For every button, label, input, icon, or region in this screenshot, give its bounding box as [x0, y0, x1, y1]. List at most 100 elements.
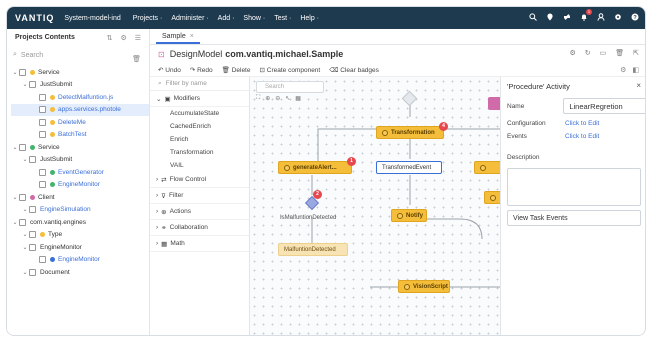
- tree-item[interactable]: ⌄ com.vantiq.engines: [11, 216, 149, 229]
- tree-item[interactable]: ⌄ Service: [11, 141, 149, 154]
- zoom-reset-icon[interactable]: ↖: [285, 95, 290, 102]
- chevron-down-icon[interactable]: ⌄: [11, 144, 19, 151]
- palette-item[interactable]: CachedEnrich: [150, 120, 249, 133]
- location-pin-icon[interactable]: [545, 12, 554, 21]
- tree-checkbox[interactable]: [39, 256, 46, 264]
- create-component-button[interactable]: ⊡ Create component: [259, 66, 320, 74]
- tab-close-icon[interactable]: ×: [190, 33, 194, 40]
- palette-item[interactable]: Enrich: [150, 133, 249, 146]
- tree-item[interactable]: EngineMonitor: [11, 179, 149, 192]
- tree-item[interactable]: ⌄ Client: [11, 191, 149, 204]
- configuration-edit-link[interactable]: Click to Edit: [565, 120, 599, 127]
- menu-test[interactable]: Test ·: [274, 15, 291, 22]
- user-icon[interactable]: [596, 12, 605, 21]
- tree-item[interactable]: ⌄ JustSubmit: [11, 79, 149, 92]
- chevron-down-icon[interactable]: ⌄: [21, 206, 29, 213]
- node-transformation[interactable]: Transformation 4: [376, 122, 448, 139]
- tree-item[interactable]: ⌄ EngineSimulation: [11, 204, 149, 217]
- zoom-fit-icon[interactable]: ⛶: [256, 95, 260, 102]
- tree-checkbox[interactable]: [29, 231, 36, 239]
- menu-help[interactable]: Help ·: [300, 15, 319, 22]
- app-name[interactable]: System-model-ind: [64, 15, 120, 22]
- gear-icon[interactable]: ⚙: [620, 66, 626, 74]
- export-icon[interactable]: ⇱: [633, 49, 639, 57]
- palette-group[interactable]: › ⇄ Flow Control: [150, 172, 249, 188]
- refresh-icon[interactable]: ↻: [585, 49, 591, 57]
- chevron-down-icon[interactable]: ⌄: [21, 156, 29, 163]
- search-icon[interactable]: [528, 12, 537, 21]
- chevron-down-icon[interactable]: ⌄: [21, 231, 29, 238]
- sort-icon[interactable]: ⇅: [107, 34, 113, 42]
- tree-checkbox[interactable]: [39, 106, 46, 114]
- tree-checkbox[interactable]: [39, 181, 46, 189]
- palette-filter[interactable]: ⌕ Filter by name: [150, 77, 249, 91]
- node-notify[interactable]: Notify: [391, 209, 427, 222]
- tree-item[interactable]: DeleteMe: [11, 116, 149, 129]
- zoom-out-icon[interactable]: ⊖: [275, 95, 280, 102]
- menu-add[interactable]: Add ·: [218, 15, 235, 22]
- notifications-icon[interactable]: 1: [579, 9, 592, 21]
- close-icon[interactable]: ×: [636, 81, 641, 90]
- tree-checkbox[interactable]: [19, 193, 26, 201]
- redo-button[interactable]: ↷ Redo: [190, 66, 213, 74]
- tree-checkbox[interactable]: [39, 168, 46, 176]
- tree-item[interactable]: ⌄ EngineMonitor: [11, 241, 149, 254]
- palette-group[interactable]: › ⊽ Filter: [150, 188, 249, 204]
- edge-partial-node[interactable]: [488, 97, 500, 110]
- tree-item[interactable]: DetectMalfuntion.js: [11, 91, 149, 104]
- tab-sample[interactable]: Sample ×: [156, 30, 200, 44]
- tree-checkbox[interactable]: [39, 118, 46, 126]
- chevron-down-icon[interactable]: ⌄: [21, 269, 29, 276]
- node-vision-script[interactable]: VisionScript: [398, 280, 450, 293]
- tree-checkbox[interactable]: [29, 206, 36, 214]
- design-canvas[interactable]: Search ⛶ ⊕ ⊖ ↖ ▦ Transformation 4 genera…: [250, 77, 500, 335]
- palette-item[interactable]: Transformation: [150, 146, 249, 159]
- menu-administer[interactable]: Administer ·: [171, 15, 208, 22]
- clear-badges-button[interactable]: ⌫ Clear badges: [329, 66, 379, 74]
- palette-group[interactable]: › ⚭ Collaboration: [150, 220, 249, 236]
- gear-icon[interactable]: ⚙: [120, 34, 126, 42]
- trash-icon[interactable]: 🗑: [132, 55, 141, 63]
- palette-item[interactable]: AccumulateState: [150, 107, 249, 120]
- node-transformed-event[interactable]: TransformedEvent: [376, 161, 442, 174]
- help-icon[interactable]: ?: [630, 12, 639, 21]
- tree-checkbox[interactable]: [19, 68, 26, 76]
- tree-item[interactable]: ⌄ Service: [11, 66, 149, 79]
- tree-item[interactable]: ⌄ JustSubmit: [11, 154, 149, 167]
- node-malfunction-detected[interactable]: MalfuntionDetected: [278, 243, 348, 256]
- chevron-down-icon[interactable]: ⌄: [11, 194, 19, 201]
- node-generate-alert[interactable]: generateAlert... 1: [278, 157, 356, 174]
- tree-checkbox[interactable]: [39, 93, 46, 101]
- chevron-down-icon[interactable]: ⌄: [11, 219, 19, 226]
- settings-icon[interactable]: ⚙: [569, 49, 575, 57]
- view-task-events-button[interactable]: View Task Events: [507, 210, 641, 226]
- tree-checkbox[interactable]: [19, 218, 26, 226]
- palette-item[interactable]: VAIL: [150, 159, 249, 172]
- description-field[interactable]: [507, 168, 641, 206]
- undo-button[interactable]: ↶ Undo: [158, 66, 181, 74]
- tree-checkbox[interactable]: [19, 143, 26, 151]
- tree-checkbox[interactable]: [29, 268, 36, 276]
- canvas-search[interactable]: Search: [256, 81, 324, 93]
- document-icon[interactable]: ▭: [600, 49, 607, 57]
- menu-projects[interactable]: Projects ·: [133, 15, 163, 22]
- tree-checkbox[interactable]: [29, 81, 36, 89]
- tools-icon[interactable]: [562, 12, 571, 21]
- tree-item[interactable]: EngineMonitor: [11, 254, 149, 267]
- tree-item[interactable]: BatchTest: [11, 129, 149, 142]
- events-edit-link[interactable]: Click to Edit: [565, 133, 599, 140]
- palette-group[interactable]: › ▦ Math: [150, 236, 249, 252]
- tree-item[interactable]: ⌄ Document: [11, 266, 149, 279]
- panel-toggle-icon[interactable]: ◧: [632, 66, 639, 74]
- node-edge-partial-2[interactable]: [484, 191, 500, 204]
- tree-checkbox[interactable]: [29, 243, 36, 251]
- tree-item[interactable]: ⌄ Type: [11, 229, 149, 242]
- tree-item[interactable]: EventGenerator: [11, 166, 149, 179]
- project-search[interactable]: ⌕ Search: [13, 48, 143, 62]
- chevron-down-icon[interactable]: ⌄: [11, 69, 19, 76]
- palette-group[interactable]: › ⊕ Actions: [150, 204, 249, 220]
- trash-icon[interactable]: 🗑: [615, 49, 624, 57]
- list-icon[interactable]: ☰: [135, 34, 141, 42]
- delete-button[interactable]: 🗑 Delete: [222, 66, 251, 74]
- node-edge-partial[interactable]: [474, 161, 500, 174]
